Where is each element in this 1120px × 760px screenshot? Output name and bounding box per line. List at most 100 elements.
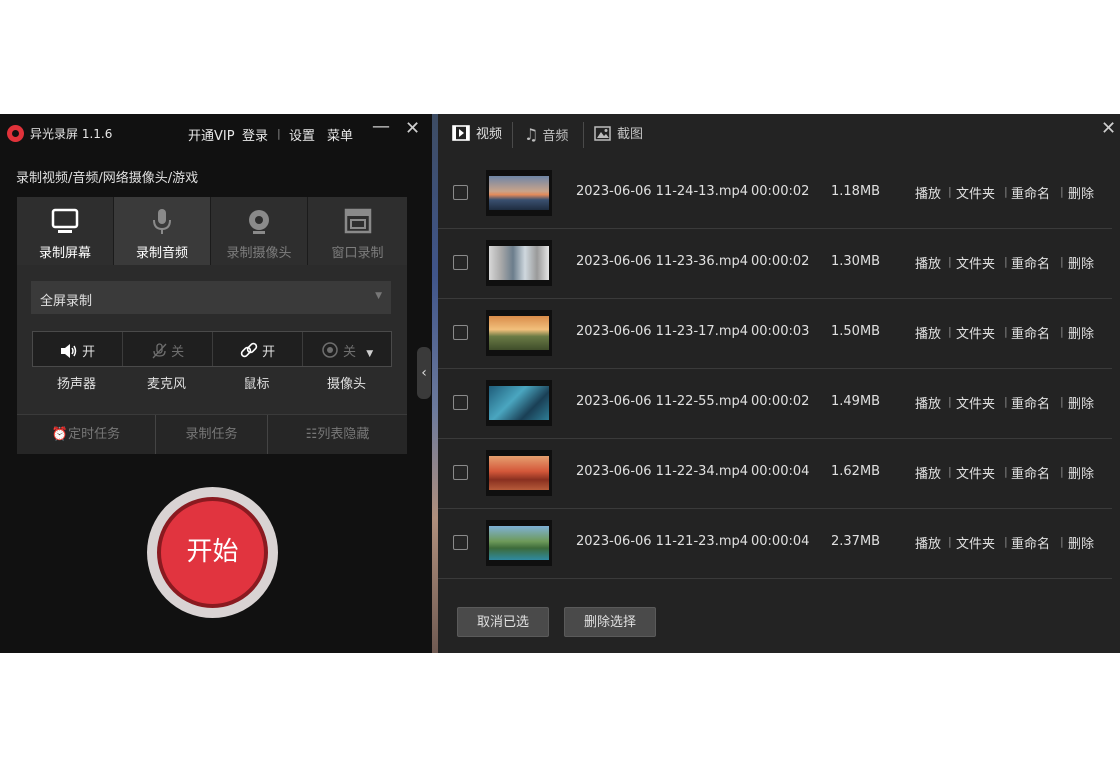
file-name: 2023-06-06 11-23-17.mp4 xyxy=(576,324,749,339)
settings-link[interactable]: 设置 xyxy=(289,125,315,144)
video-thumbnail[interactable] xyxy=(486,380,552,426)
delete-link[interactable]: 删除 xyxy=(1068,463,1094,482)
title-bar: 异光录屏 1.1.6 开通VIP 登录 | 设置 菜单 — ✕ xyxy=(0,114,432,152)
delete-link[interactable]: 删除 xyxy=(1068,183,1094,202)
webcam-icon xyxy=(249,210,269,234)
rename-link[interactable]: 重命名 xyxy=(1011,183,1050,202)
tab-screenshot[interactable]: 截图 xyxy=(594,114,643,156)
action-divider: | xyxy=(948,395,952,408)
delete-link[interactable]: 删除 xyxy=(1068,253,1094,272)
record-task-button[interactable]: 录制任务 xyxy=(156,415,267,454)
tab-audio[interactable]: ♫ 音频 xyxy=(524,114,568,156)
row-checkbox[interactable] xyxy=(453,535,468,550)
rename-link[interactable]: 重命名 xyxy=(1011,253,1050,272)
rename-link[interactable]: 重命名 xyxy=(1011,323,1050,342)
microphone-state: 关 xyxy=(171,345,185,360)
vip-link[interactable]: 开通VIP xyxy=(188,125,235,144)
delete-link[interactable]: 删除 xyxy=(1068,533,1094,552)
recorder-window: 异光录屏 1.1.6 开通VIP 登录 | 设置 菜单 — ✕ 录制视频/音频/… xyxy=(0,114,432,653)
file-row[interactable]: 2023-06-06 11-23-36.mp4 00:00:02 1.30MB 播放文… xyxy=(438,228,1112,299)
tab-audio-label: 音频 xyxy=(542,129,569,144)
camera-state: 关 xyxy=(343,345,357,360)
row-checkbox[interactable] xyxy=(453,325,468,340)
thumbnail-image xyxy=(489,176,549,210)
tab-video-label: 视频 xyxy=(476,127,503,142)
speaker-toggle[interactable]: 开 xyxy=(33,332,122,366)
scheduled-task-button[interactable]: ⏰定时任务 xyxy=(17,415,155,454)
start-record-button[interactable]: 开始 xyxy=(157,497,268,608)
video-thumbnail[interactable] xyxy=(486,450,552,496)
speaker-label: 扬声器 xyxy=(56,377,96,392)
camera-toggle[interactable]: 关 ▼ xyxy=(303,332,391,366)
video-thumbnail[interactable] xyxy=(486,170,552,216)
file-duration: 00:00:04 xyxy=(751,464,810,479)
file-row[interactable]: 2023-06-06 11-22-34.mp4 00:00:04 1.62MB 播放文… xyxy=(438,438,1112,509)
row-checkbox[interactable] xyxy=(453,255,468,270)
video-thumbnail[interactable] xyxy=(486,240,552,286)
file-size: 1.49MB xyxy=(831,394,881,409)
microphone-toggle[interactable]: 关 xyxy=(123,332,212,366)
device-toggle-bar: 开 关 开 关 ▼ xyxy=(32,331,392,367)
record-area-select[interactable]: 全屏录制 ▼ xyxy=(31,281,391,314)
play-link[interactable]: 播放 xyxy=(915,183,941,202)
video-thumbnail[interactable] xyxy=(486,310,552,356)
cancel-selected-button[interactable]: 取消已选 xyxy=(457,607,549,637)
rename-link[interactable]: 重命名 xyxy=(1011,393,1050,412)
tab-record-audio[interactable]: 录制音频 xyxy=(114,197,210,265)
tab-record-webcam[interactable]: 录制摄像头 xyxy=(211,197,307,265)
microphone-off-icon xyxy=(152,343,167,359)
microphone-icon xyxy=(153,209,171,234)
login-link[interactable]: 登录 xyxy=(242,125,268,144)
thumbnail-image xyxy=(489,386,549,420)
tab-screenshot-label: 截图 xyxy=(617,127,644,142)
folder-link[interactable]: 文件夹 xyxy=(956,323,995,342)
delete-selected-button[interactable]: 删除选择 xyxy=(564,607,656,637)
file-size: 1.62MB xyxy=(831,464,881,479)
action-divider: | xyxy=(948,535,952,548)
file-name: 2023-06-06 11-22-55.mp4 xyxy=(576,394,749,409)
delete-link[interactable]: 删除 xyxy=(1068,393,1094,412)
action-divider: | xyxy=(1004,535,1008,548)
folder-link[interactable]: 文件夹 xyxy=(956,463,995,482)
hide-list-button[interactable]: ☷列表隐藏 xyxy=(268,415,407,454)
file-row[interactable]: 2023-06-06 11-24-13.mp4 00:00:02 1.18MB 播放文… xyxy=(438,158,1112,229)
folder-link[interactable]: 文件夹 xyxy=(956,393,995,412)
play-link[interactable]: 播放 xyxy=(915,253,941,272)
menu-link[interactable]: 菜单 xyxy=(327,125,353,144)
folder-link[interactable]: 文件夹 xyxy=(956,253,995,272)
collapse-panel-handle[interactable]: ‹ xyxy=(417,347,431,399)
row-checkbox[interactable] xyxy=(453,185,468,200)
play-link[interactable]: 播放 xyxy=(915,463,941,482)
file-row[interactable]: 2023-06-06 11-21-23.mp4 00:00:04 2.37MB 播放文… xyxy=(438,508,1112,579)
folder-link[interactable]: 文件夹 xyxy=(956,183,995,202)
delete-link[interactable]: 删除 xyxy=(1068,323,1094,342)
tab-window-record[interactable]: 窗口录制 xyxy=(308,197,407,265)
mouse-toggle[interactable]: 开 xyxy=(213,332,302,366)
rename-link[interactable]: 重命名 xyxy=(1011,463,1050,482)
close-icon[interactable]: ✕ xyxy=(405,118,420,139)
video-thumbnail[interactable] xyxy=(486,520,552,566)
file-row[interactable]: 2023-06-06 11-22-55.mp4 00:00:02 1.49MB 播放文… xyxy=(438,368,1112,439)
tab-label: 窗口录制 xyxy=(331,246,384,261)
play-link[interactable]: 播放 xyxy=(915,323,941,342)
tab-record-screen[interactable]: 录制屏幕 xyxy=(17,197,113,265)
close-icon[interactable]: ✕ xyxy=(1101,118,1116,139)
tab-divider xyxy=(583,122,584,148)
mouse-state: 开 xyxy=(262,345,276,360)
play-link[interactable]: 播放 xyxy=(915,393,941,412)
file-size: 1.18MB xyxy=(831,184,881,199)
mouse-label: 鼠标 xyxy=(243,377,270,392)
minimize-icon[interactable]: — xyxy=(372,116,390,137)
record-task-label: 录制任务 xyxy=(185,427,238,442)
hide-list-label: 列表隐藏 xyxy=(317,427,370,442)
file-duration: 00:00:02 xyxy=(751,394,810,409)
play-link[interactable]: 播放 xyxy=(915,533,941,552)
tab-video[interactable]: 视频 xyxy=(452,114,502,156)
action-divider: | xyxy=(948,255,952,268)
chevron-down-icon[interactable]: ▼ xyxy=(366,349,373,359)
rename-link[interactable]: 重命名 xyxy=(1011,533,1050,552)
file-row[interactable]: 2023-06-06 11-23-17.mp4 00:00:03 1.50MB 播放文… xyxy=(438,298,1112,369)
folder-link[interactable]: 文件夹 xyxy=(956,533,995,552)
row-checkbox[interactable] xyxy=(453,465,468,480)
row-checkbox[interactable] xyxy=(453,395,468,410)
